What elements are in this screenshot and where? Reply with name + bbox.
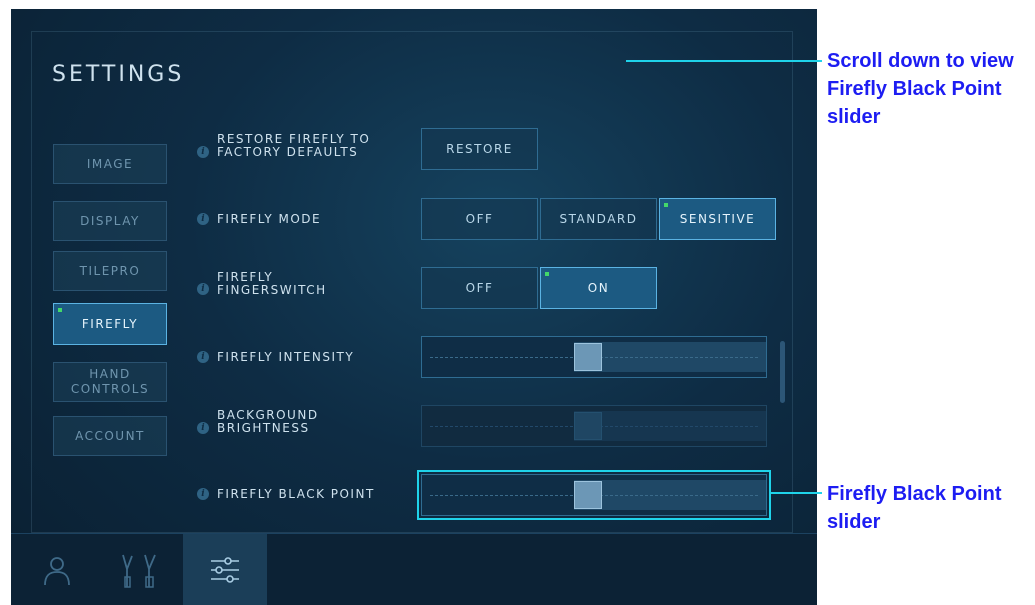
scrollbar[interactable] (780, 341, 785, 403)
nav-account[interactable]: ACCOUNT (53, 416, 167, 456)
page-title: SETTINGS (52, 62, 185, 87)
user-icon (44, 557, 70, 586)
scroll-callout-text: Scroll down to view Firefly Black Point … (827, 50, 1014, 128)
black-point-callout-text: Firefly Black Point slider (827, 483, 1002, 533)
nav-display[interactable]: DISPLAY (53, 201, 167, 241)
tab-instruments[interactable] (99, 534, 183, 605)
intensity-label: FIREFLY INTENSITY (217, 350, 355, 364)
info-icon[interactable]: i (197, 283, 209, 295)
info-icon[interactable]: i (197, 351, 209, 363)
fingerswitch-off-button[interactable]: OFF (421, 267, 538, 309)
mode-sensitive-label: SENSITIVE (679, 212, 756, 226)
fingerswitch-label: FIREFLY FINGERSWITCH (217, 270, 327, 297)
intensity-slider[interactable] (421, 336, 767, 378)
tab-user[interactable] (15, 534, 99, 605)
nav-firefly-label: FIREFLY (81, 316, 139, 331)
fingerswitch-on-label: ON (587, 281, 610, 295)
active-indicator (58, 308, 62, 312)
active-indicator (664, 203, 668, 207)
restore-label: RESTORE FIREFLY TO FACTORY DEFAULTS (217, 132, 371, 159)
info-icon[interactable]: i (197, 422, 209, 434)
scroll-callout-line (626, 60, 822, 62)
mode-sensitive-button[interactable]: SENSITIVE (659, 198, 776, 240)
firefly-mode-label: FIREFLY MODE (217, 212, 322, 226)
instruments-icon (122, 554, 156, 588)
restore-button[interactable]: RESTORE (421, 128, 538, 170)
black-point-callout-line (771, 492, 822, 494)
black-point-label: FIREFLY BLACK POINT (217, 487, 375, 501)
info-icon[interactable]: i (197, 146, 209, 158)
background-brightness-label: BACKGROUND BRIGHTNESS (217, 408, 319, 435)
mode-off-button[interactable]: OFF (421, 198, 538, 240)
tab-settings[interactable] (183, 534, 267, 605)
bottom-tab-bar (11, 533, 817, 605)
black-point-highlight (417, 470, 771, 520)
nav-hand-controls[interactable]: HAND CONTROLS (53, 362, 167, 402)
mode-standard-button[interactable]: STANDARD (540, 198, 657, 240)
info-icon[interactable]: i (197, 213, 209, 225)
active-indicator (545, 272, 549, 276)
sliders-icon (211, 557, 239, 583)
nav-image[interactable]: IMAGE (53, 144, 167, 184)
background-brightness-slider[interactable] (421, 405, 767, 447)
slider-thumb[interactable] (574, 412, 602, 440)
slider-thumb[interactable] (574, 343, 602, 371)
info-icon[interactable]: i (197, 488, 209, 500)
nav-tilepro[interactable]: TILEPRO (53, 251, 167, 291)
nav-firefly[interactable]: FIREFLY (53, 303, 167, 345)
settings-screen: SETTINGS IMAGE DISPLAY TILEPRO FIREFLY H… (11, 9, 817, 605)
fingerswitch-on-button[interactable]: ON (540, 267, 657, 309)
